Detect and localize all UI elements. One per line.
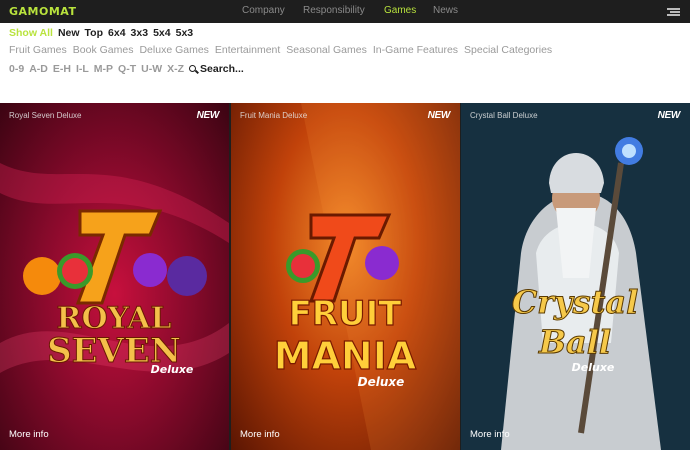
game-card-crystal-ball-deluxe[interactable]: Crystal Ball Deluxe Crystal Ball Deluxe … <box>461 103 690 450</box>
more-info-link[interactable]: More info <box>470 429 510 440</box>
filter-0-9[interactable]: 0-9 <box>9 63 24 75</box>
filter-entertainment[interactable]: Entertainment <box>215 44 280 56</box>
filter-e-h[interactable]: E-H <box>53 63 71 75</box>
royal-seven-logo-line3: Deluxe <box>151 363 194 376</box>
filter-row-type: Show All New Top 6x4 3x3 5x4 5x3 <box>9 27 198 39</box>
filter-new[interactable]: New <box>58 27 80 39</box>
crystal-ball-logo-line3: Deluxe <box>572 361 615 374</box>
fruit-mania-artwork: FRUIT MANIA Deluxe <box>273 103 460 450</box>
new-badge: NEW <box>657 110 681 121</box>
filter-show-all[interactable]: Show All <box>9 27 53 39</box>
filter-6x4[interactable]: 6x4 <box>108 27 126 39</box>
filter-a-d[interactable]: A-D <box>29 63 48 75</box>
main-nav: Company Responsibility Games News <box>0 5 690 19</box>
filter-3x3[interactable]: 3x3 <box>131 27 149 39</box>
filter-book-games[interactable]: Book Games <box>73 44 134 56</box>
filter-u-w[interactable]: U-W <box>141 63 162 75</box>
top-navigation-bar: GAMOMAT Company Responsibility Games New… <box>0 0 690 23</box>
filter-q-t[interactable]: Q-T <box>118 63 136 75</box>
filter-row-category: Fruit Games Book Games Deluxe Games Enterta… <box>9 44 558 56</box>
nav-company[interactable]: Company <box>242 5 285 16</box>
more-info-link[interactable]: More info <box>9 429 49 440</box>
filter-fruit-games[interactable]: Fruit Games <box>9 44 67 56</box>
filter-m-p[interactable]: M-P <box>94 63 113 75</box>
filter-seasonal-games[interactable]: Seasonal Games <box>286 44 367 56</box>
royal-seven-artwork: ROYAL SEVEN Deluxe <box>0 163 229 376</box>
game-filters: Show All New Top 6x4 3x3 5x4 5x3 Fruit Games Bo… <box>0 23 690 103</box>
filter-x-z[interactable]: X-Z <box>167 63 184 75</box>
filter-5x4[interactable]: 5x4 <box>153 27 171 39</box>
crystal-ball-artwork: Crystal Ball Deluxe <box>461 103 690 450</box>
nav-news[interactable]: News <box>433 5 458 16</box>
nav-games[interactable]: Games <box>384 5 416 16</box>
filter-special-categories[interactable]: Special Categories <box>464 44 552 56</box>
filter-row-alphabet: 0-9 A-D E-H I-L M-P Q-T U-W X-Z Search... <box>9 63 254 75</box>
fruit-mania-logo-line2: MANIA <box>274 334 417 378</box>
fruit-mania-logo-line1: FRUIT <box>289 294 403 334</box>
game-grid: ROYAL SEVEN Deluxe Royal Seven Deluxe NE… <box>0 103 690 450</box>
nav-responsibility[interactable]: Responsibility <box>303 5 365 16</box>
new-badge: NEW <box>196 110 220 121</box>
filter-top[interactable]: Top <box>85 27 103 39</box>
search-icon <box>189 65 197 72</box>
filter-i-l[interactable]: I-L <box>76 63 89 75</box>
search-label: Search... <box>200 63 244 75</box>
game-card-royal-seven-deluxe[interactable]: ROYAL SEVEN Deluxe Royal Seven Deluxe NE… <box>0 103 229 450</box>
crystal-ball-logo-line2: Ball <box>538 323 611 361</box>
more-info-link[interactable]: More info <box>240 429 280 440</box>
game-card-fruit-mania-deluxe[interactable]: FRUIT MANIA Deluxe Fruit Mania Deluxe NE… <box>231 103 460 450</box>
crystal-ball-logo-line1: Crystal <box>512 283 639 321</box>
new-badge: NEW <box>427 110 451 121</box>
fruit-mania-logo-line3: Deluxe <box>358 375 405 389</box>
filter-5x3[interactable]: 5x3 <box>176 27 194 39</box>
search-button[interactable]: Search... <box>189 63 249 75</box>
game-title: Fruit Mania Deluxe <box>240 111 308 120</box>
game-title: Crystal Ball Deluxe <box>470 111 538 120</box>
menu-icon[interactable] <box>667 8 680 16</box>
game-title: Royal Seven Deluxe <box>9 111 82 120</box>
filter-in-game-features[interactable]: In-Game Features <box>373 44 458 56</box>
filter-deluxe-games[interactable]: Deluxe Games <box>139 44 208 56</box>
